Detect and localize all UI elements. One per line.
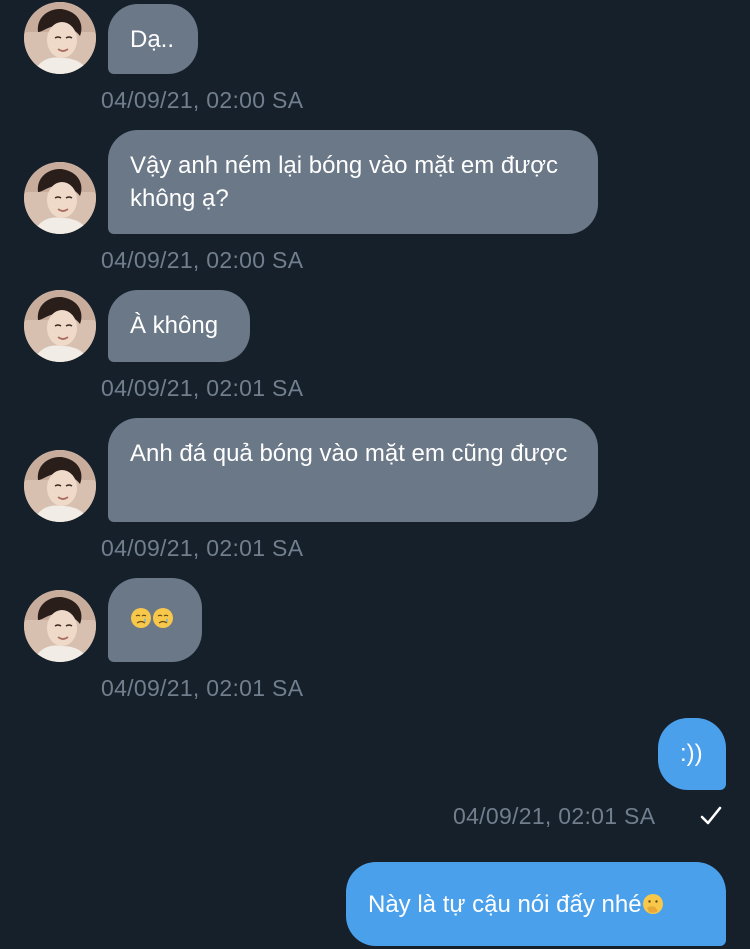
avatar-icon: [24, 450, 96, 522]
message-bubble-incoming[interactable]: À không: [108, 290, 250, 362]
avatar-icon: [24, 2, 96, 74]
message-bubble-incoming[interactable]: [108, 578, 202, 662]
sender-avatar[interactable]: [24, 162, 96, 234]
message-text: Anh đá quả bóng vào mặt em cũng được: [130, 440, 568, 467]
message-timestamp: 04/09/21, 02:01 SA: [453, 803, 656, 829]
sender-avatar[interactable]: [24, 2, 96, 74]
avatar-icon: [24, 162, 96, 234]
message-timestamp: 04/09/21, 02:01 SA: [101, 675, 304, 701]
message-timestamp: 04/09/21, 02:01 SA: [101, 535, 304, 561]
message-timestamp: 04/09/21, 02:01 SA: [101, 375, 304, 401]
message-bubble-outgoing[interactable]: Này là tự cậu nói đấy nhé: [346, 862, 726, 946]
message-text: Vậy anh ném lại bóng vào mặt em được khô…: [130, 152, 559, 212]
message-text: Này là tự cậu nói đấy nhé: [368, 891, 642, 918]
sent-checkmark-icon: [700, 806, 722, 825]
message-bubble-incoming[interactable]: Vậy anh ném lại bóng vào mặt em được khô…: [108, 130, 598, 234]
message-text: Dạ..: [130, 26, 175, 53]
sender-avatar[interactable]: [24, 290, 96, 362]
crying-face-icon: [152, 607, 174, 629]
crying-face-icon: [130, 607, 152, 629]
message-text: À không: [130, 312, 219, 339]
face-with-hand-over-mouth-icon: [642, 893, 664, 915]
sender-avatar[interactable]: [24, 590, 96, 662]
message-bubble-outgoing[interactable]: :)): [658, 718, 726, 790]
message-bubble-incoming[interactable]: Dạ..: [108, 4, 198, 74]
message-bubble-incoming[interactable]: Anh đá quả bóng vào mặt em cũng được: [108, 418, 598, 522]
message-text: :)): [680, 740, 703, 767]
message-timestamp: 04/09/21, 02:00 SA: [101, 87, 304, 113]
sender-avatar[interactable]: [24, 450, 96, 522]
avatar-icon: [24, 590, 96, 662]
avatar-icon: [24, 290, 96, 362]
message-timestamp: 04/09/21, 02:00 SA: [101, 247, 304, 273]
